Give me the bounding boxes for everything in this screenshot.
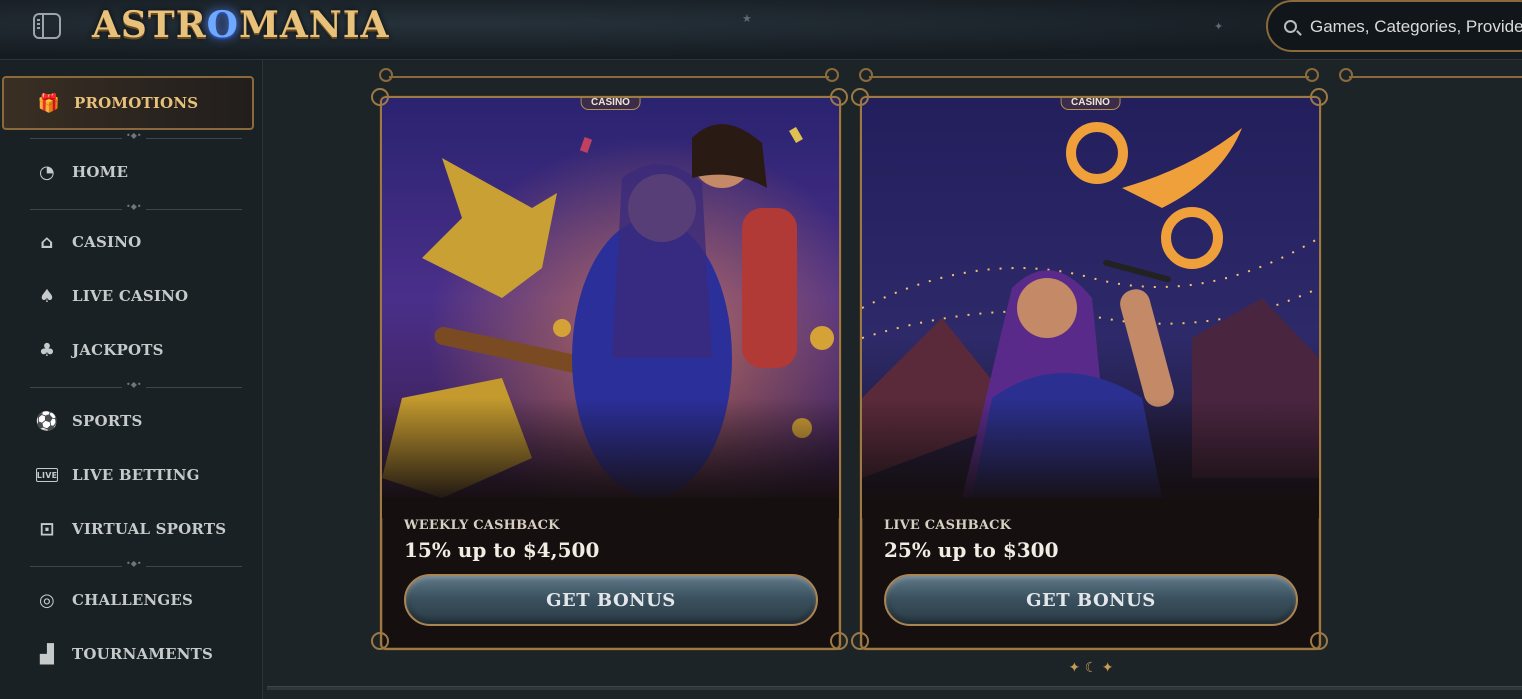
sparkle-icon: ★	[742, 12, 752, 25]
search-icon	[1284, 20, 1297, 33]
top-header: ASTROMANIA ★ ✦	[0, 0, 1522, 60]
frame-corner-ornament	[851, 632, 869, 650]
site-logo[interactable]: ASTROMANIA	[92, 4, 389, 50]
sidebar-item-casino[interactable]: ⌂ CASINO	[0, 220, 263, 264]
live-icon: LIVE	[36, 468, 58, 482]
search-input[interactable]	[1310, 15, 1522, 39]
sidebar-item-label: TOURNAMENTS	[72, 645, 214, 663]
virtual-sports-icon: ⊡	[39, 518, 55, 540]
divider	[30, 131, 242, 140]
frame-corner-ornament	[830, 632, 848, 650]
card-top-frame	[859, 62, 1319, 82]
sidebar-item-label: CASINO	[72, 233, 142, 251]
sidebar-nav: 🎁 PROMOTIONS ◔ HOME ⌂ CASINO ♠ LIVE CASI…	[0, 60, 263, 699]
sidebar-item-jackpots[interactable]: ♣ JACKPOTS	[0, 328, 263, 372]
sidebar-item-live-betting[interactable]: LIVE LIVE BETTING	[0, 453, 263, 497]
logo-orb: O	[206, 4, 239, 46]
frame-corner-ornament	[851, 88, 869, 106]
promo-subtitle: WEEKLY CASHBACK	[404, 518, 560, 533]
promo-subtitle: LIVE CASHBACK	[884, 518, 1012, 533]
image-fade	[862, 398, 1319, 518]
sidebar-item-label: PROMOTIONS	[74, 94, 199, 112]
frame-corner-ornament	[371, 632, 389, 650]
promo-card-weekly-cashback[interactable]: CASINO WEEKLY CASHBACK 15% up to $4,500 …	[380, 96, 841, 650]
get-bonus-button[interactable]: GET BONUS	[404, 574, 818, 626]
sidebar-item-label: SPORTS	[72, 412, 143, 430]
playing-card-icon: ♠	[38, 285, 56, 307]
sidebar-item-promotions[interactable]: 🎁 PROMOTIONS	[2, 76, 254, 130]
sidebar-item-label: JACKPOTS	[72, 341, 164, 359]
promo-card-live-cashback[interactable]: CASINO LIVE CASHBACK 25% up to $300 GET …	[860, 96, 1321, 650]
card-top-frame	[379, 62, 839, 82]
get-bonus-button[interactable]: GET BONUS	[884, 574, 1298, 626]
frame-corner-ornament	[1310, 632, 1328, 650]
medal-icon: ◎	[39, 589, 55, 611]
search-bar[interactable]	[1266, 0, 1522, 52]
frame-corner-ornament	[371, 88, 389, 106]
gift-icon: 🎁	[37, 92, 61, 114]
divider	[30, 380, 242, 389]
sidebar-item-live-casino[interactable]: ♠ LIVE CASINO	[0, 274, 263, 318]
promo-title: 15% up to $4,500	[404, 538, 600, 562]
image-fade	[382, 398, 839, 518]
sidebar-item-home[interactable]: ◔ HOME	[0, 150, 263, 194]
frame-corner-ornament	[1310, 88, 1328, 106]
category-badge: CASINO	[1060, 98, 1121, 110]
sidebar-item-label: LIVE BETTING	[72, 466, 200, 484]
slot-machine-icon: ⌂	[40, 231, 54, 253]
sidebar-item-virtual-sports[interactable]: ⊡ VIRTUAL SPORTS	[0, 507, 263, 551]
category-badge: CASINO	[580, 98, 641, 110]
card-top-frame	[1339, 62, 1522, 82]
soccer-ball-icon: ⚽	[35, 410, 59, 432]
home-icon: ◔	[39, 161, 55, 183]
podium-icon: ▟	[39, 643, 55, 665]
sidebar-toggle-icon[interactable]	[33, 13, 61, 39]
promo-title: 25% up to $300	[884, 538, 1059, 562]
sidebar-item-sports[interactable]: ⚽ SPORTS	[0, 399, 263, 443]
sparkle-icon: ✦	[1214, 20, 1224, 33]
sidebar-item-label: HOME	[72, 163, 129, 181]
sidebar-item-label: LIVE CASINO	[72, 287, 189, 305]
sidebar-item-tournaments[interactable]: ▟ TOURNAMENTS	[0, 632, 263, 676]
sidebar-item-label: VIRTUAL SPORTS	[72, 520, 227, 538]
logo-text-end: MANIA	[239, 4, 390, 46]
sidebar-item-label: CHALLENGES	[72, 591, 194, 609]
logo-text-start: ASTR	[92, 4, 207, 46]
divider	[30, 202, 242, 211]
frame-corner-ornament	[830, 88, 848, 106]
section-divider	[267, 686, 1522, 690]
promotions-content: CASINO WEEKLY CASHBACK 15% up to $4,500 …	[263, 60, 1522, 699]
sidebar-item-challenges[interactable]: ◎ CHALLENGES	[0, 578, 263, 622]
divider	[30, 559, 242, 568]
clover-icon: ♣	[38, 339, 56, 361]
